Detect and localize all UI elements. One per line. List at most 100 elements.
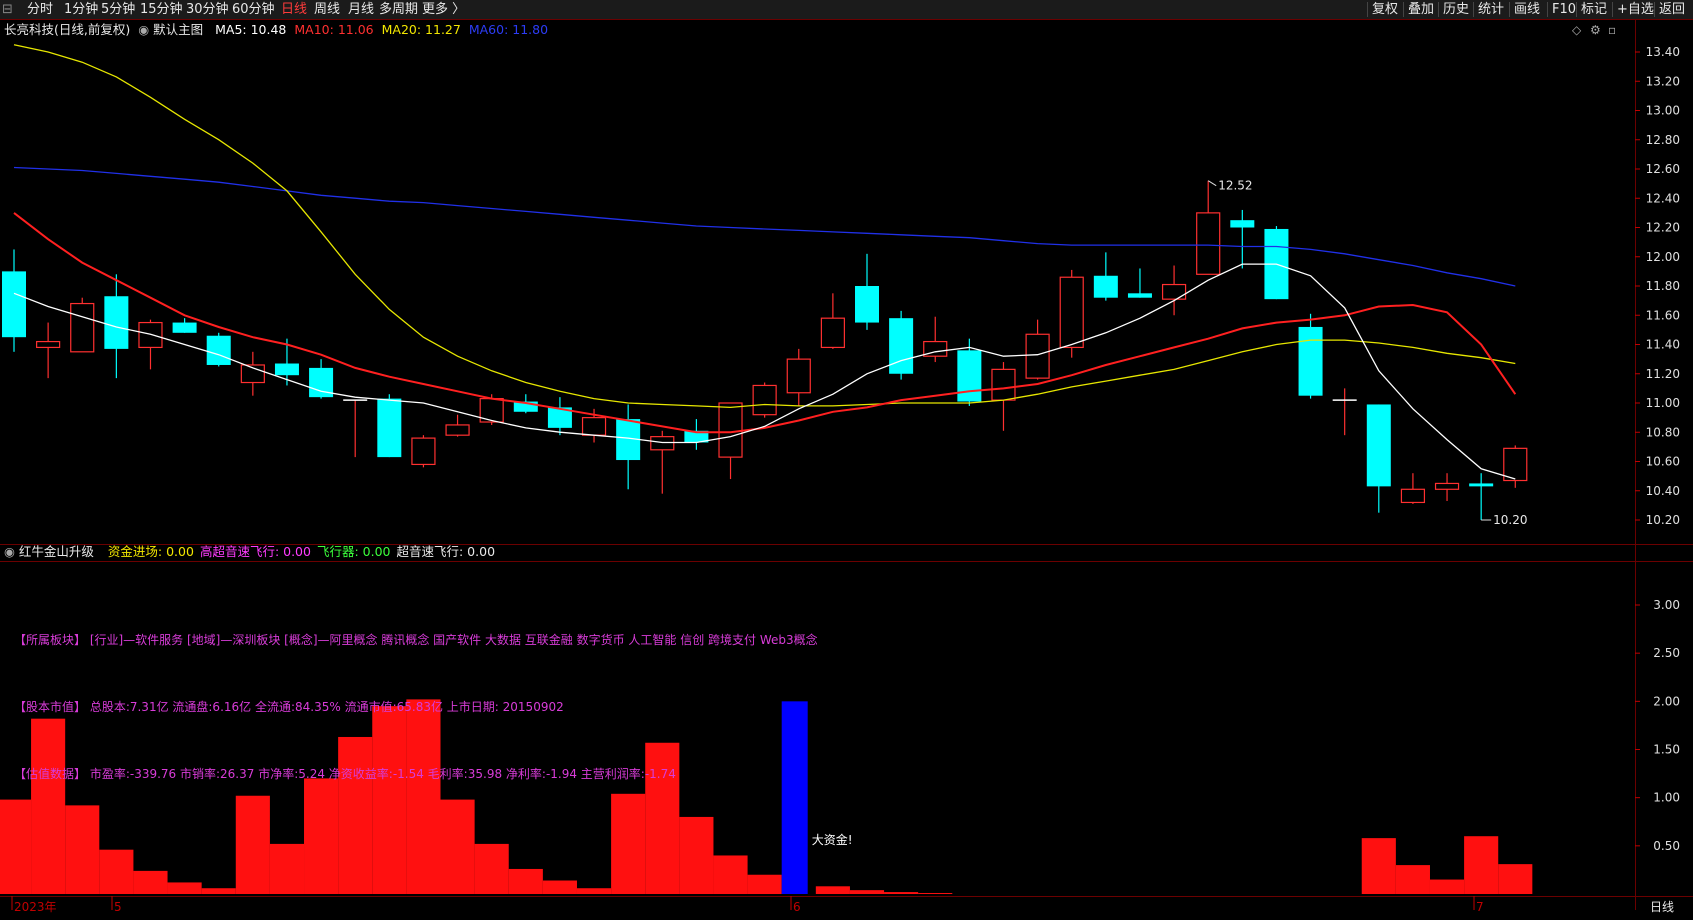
indicator-field-0: 资金进场: 0.00 xyxy=(107,544,194,559)
market-info-line: 【股本市值】 总股本:7.31亿 流通盘:6.16亿 全流通:84.35% 流通… xyxy=(14,700,564,714)
indicator-bar xyxy=(1464,836,1499,894)
indicator-tick-label: 1.50 xyxy=(1653,743,1680,757)
indicator-bar xyxy=(372,706,407,894)
candle-body-up xyxy=(991,368,1016,401)
candle-body-down xyxy=(1127,293,1152,298)
indicator-tick-label: 2.50 xyxy=(1653,646,1680,660)
indicator-bar xyxy=(713,855,748,894)
indicator-field-3: 超音速飞行: 0.00 xyxy=(396,544,496,559)
indicator-bar xyxy=(747,874,782,894)
x-axis-label: 5 xyxy=(114,900,122,914)
indicator-bar xyxy=(167,882,202,894)
price-tick-label: 12.40 xyxy=(1646,191,1680,205)
ma20-line xyxy=(13,44,1516,409)
candle-body-up xyxy=(1161,283,1187,300)
price-tick-label: 10.40 xyxy=(1646,484,1680,498)
candle-body-up xyxy=(752,384,777,416)
indicator-bar xyxy=(918,893,953,894)
big-funds-bar xyxy=(781,701,808,894)
ma-label-3: MA60: 11.80 xyxy=(468,22,549,37)
price-tick-label: 10.20 xyxy=(1646,513,1680,527)
indicator-bar xyxy=(1395,865,1430,894)
candle-body-down xyxy=(855,286,879,323)
period-indicator-label: 日线 xyxy=(1650,900,1674,914)
candle-body-down xyxy=(1469,483,1494,487)
candle-body-down xyxy=(1093,275,1118,298)
indicator-bar xyxy=(611,793,646,894)
ma-legend: MA5: 10.48 MA10: 11.06 MA20: 11.27 MA60: 11… xyxy=(207,22,548,37)
indicator-bar xyxy=(679,816,714,894)
indicator-fields: 资金进场: 0.00 高超音速飞行: 0.00 飞行器: 0.00 超音速飞行: 0.… xyxy=(108,544,501,559)
candle-body-down xyxy=(889,318,914,374)
stock-chart[interactable]: 13.40 13.20 13.00 12.80 12.60 12.40 12.20 12.00… xyxy=(0,0,1693,920)
indicator-bar xyxy=(849,890,885,894)
indicator-bar xyxy=(99,849,134,894)
valuation-info-line: 【估值数据】 市盈率:-339.76 市销率:26.37 市净率:5.24 净资… xyxy=(14,767,676,781)
indicator-bar xyxy=(1498,864,1533,894)
candle-body-down xyxy=(1230,220,1255,228)
price-tick-label: 13.20 xyxy=(1646,74,1680,88)
indicator-bar xyxy=(576,888,612,894)
indicator-bar xyxy=(1361,838,1396,894)
price-tick-label: 13.40 xyxy=(1646,45,1680,59)
candle-body-up xyxy=(138,321,163,349)
indicator-bar xyxy=(269,843,305,894)
indicator-bar xyxy=(815,886,850,894)
indicator-tick-label: 1.00 xyxy=(1653,791,1680,805)
window-icon[interactable]: ▫ xyxy=(1608,23,1616,37)
ma-label-0: MA5: 10.48 xyxy=(215,22,287,37)
high-marker-label: 12.52 xyxy=(1218,179,1252,193)
indicator-menu-icon[interactable]: ◉ xyxy=(4,544,15,559)
indicator-bar xyxy=(133,870,168,894)
price-tick-label: 12.00 xyxy=(1646,250,1680,264)
candle-body-down xyxy=(957,350,982,402)
candle-body-down xyxy=(377,398,402,458)
indicator-tick-label: 2.00 xyxy=(1653,694,1680,708)
price-tick-label: 12.80 xyxy=(1646,133,1680,147)
candle-body-down xyxy=(206,335,231,365)
price-tick-label: 12.20 xyxy=(1646,221,1680,235)
main-chart-header: 长亮科技(日线,前复权) ◉ 默认主图 MA5: 10.48 MA10: 11.0… xyxy=(4,21,548,38)
ma-label-2: MA20: 11.27 xyxy=(381,22,461,37)
indicator-tick-label: 0.50 xyxy=(1653,839,1680,853)
candle-body-up xyxy=(820,317,845,349)
settings-icon[interactable]: ⚙ xyxy=(1590,23,1601,37)
indicator-bar xyxy=(1429,879,1465,894)
candle-body-down xyxy=(1366,404,1391,487)
indicator-field-2: 飞行器: 0.00 xyxy=(316,544,391,559)
template-label[interactable]: 默认主图 xyxy=(153,22,203,37)
indicator-bar xyxy=(235,795,270,894)
candle-body-up xyxy=(786,358,811,394)
candle-body-up xyxy=(36,340,61,349)
price-tick-label: 11.60 xyxy=(1646,308,1680,322)
candle-body-up xyxy=(1434,482,1460,490)
price-tick-label: 11.40 xyxy=(1646,338,1680,352)
x-axis-label: 6 xyxy=(793,900,801,914)
candle-body-up xyxy=(1503,447,1528,482)
candle-body-down xyxy=(2,271,26,338)
ma5-line xyxy=(13,263,1516,480)
indicator-tick-label: 3.00 xyxy=(1653,598,1680,612)
sector-info-line: 【所属板块】 [行业]—软件服务 [地域]—深圳板块 [概念]—阿里概念 腾讯概… xyxy=(14,633,818,647)
indicator-bar xyxy=(440,799,475,894)
indicator-header: ◉ 红牛金山升级 资金进场: 0.00 高超音速飞行: 0.00 飞行器: 0.00… xyxy=(4,543,501,560)
candle-body-up xyxy=(1025,333,1050,379)
high-marker-arrow xyxy=(1207,180,1217,187)
indicator-bar xyxy=(474,843,509,894)
indicator-bar xyxy=(65,805,100,894)
candle-body-up xyxy=(1196,212,1221,275)
candle-body-up xyxy=(445,424,470,436)
expand-icon[interactable]: ◇ xyxy=(1572,23,1582,37)
candle-body-up xyxy=(70,302,95,353)
stock-title[interactable]: 长亮科技(日线,前复权) xyxy=(4,22,130,37)
candle-body-up xyxy=(718,402,743,458)
indicator-bar xyxy=(0,799,32,894)
indicator-bar xyxy=(338,736,373,894)
candle-body-up xyxy=(581,417,607,436)
template-icon[interactable]: ◉ xyxy=(138,22,149,37)
indicator-name[interactable]: 红牛金山升级 xyxy=(19,544,94,559)
indicator-bar xyxy=(508,868,543,894)
x-axis-label: 2023年 xyxy=(14,900,57,914)
price-tick-label: 10.60 xyxy=(1646,455,1680,469)
candle-body-down xyxy=(1298,326,1323,396)
